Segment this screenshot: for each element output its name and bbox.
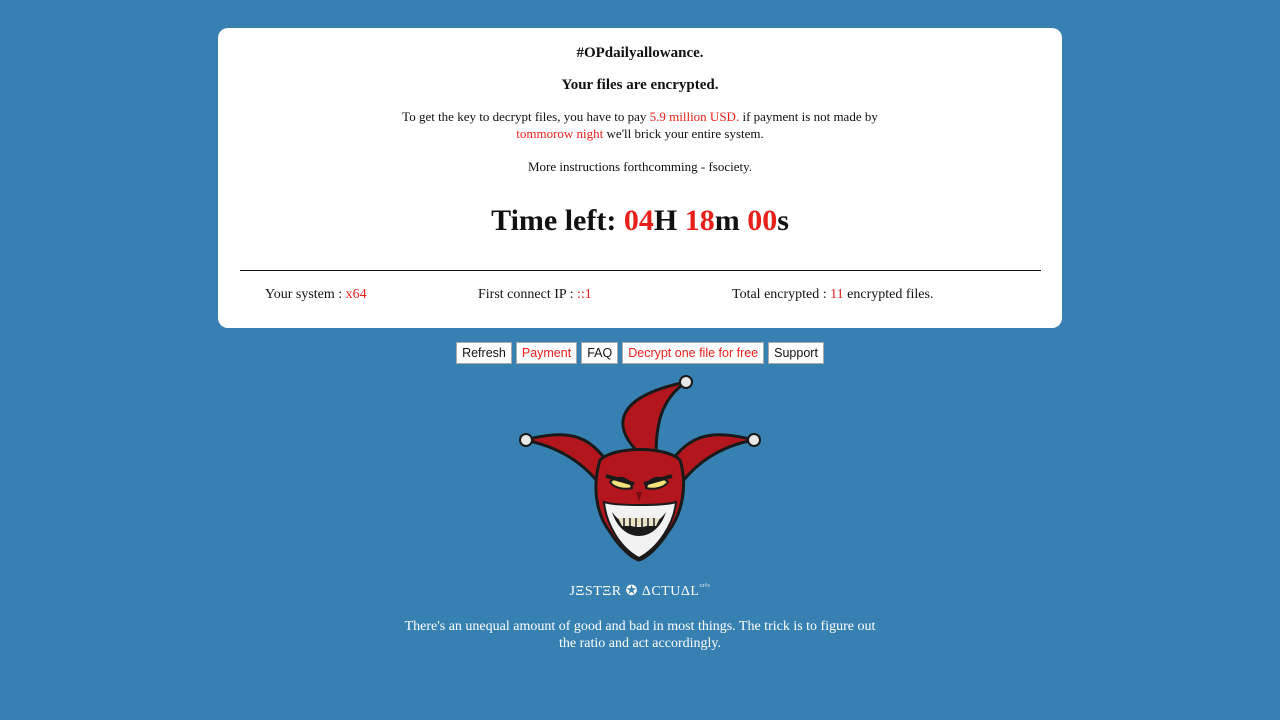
timer-seconds: 00	[747, 204, 778, 237]
signature-name: JΞSTΞR ✪ ΔCTUΔL	[569, 584, 700, 599]
more-instructions: More instructions forthcomming - fsociet…	[527, 159, 753, 174]
pay-text-1: To get the key to decrypt files, you hav…	[402, 109, 650, 124]
pay-text-2: if payment is not made by	[739, 109, 878, 124]
timer-hours-unit: H	[653, 204, 685, 237]
ransom-card: #OPdailyallowance. Your files are encryp…	[218, 28, 1062, 328]
refresh-button[interactable]: Refresh	[456, 342, 512, 364]
system-label: Your system :	[265, 287, 346, 302]
deadline: tommorow night	[516, 126, 604, 141]
decrypt-free-button[interactable]: Decrypt one file for free	[622, 342, 765, 364]
jester-face-icon	[519, 375, 761, 562]
support-button[interactable]: Support	[768, 342, 824, 364]
signature-sup: ³³⁰¹	[699, 583, 711, 591]
quote-text: There's an unequal amount of good and ba…	[404, 619, 876, 651]
payment-button[interactable]: Payment	[515, 342, 578, 364]
timer-seconds-unit: s	[777, 204, 789, 237]
ip-info: First connect IP : ::1	[478, 287, 592, 303]
countdown-timer: Time left: 04H 18m 00s	[218, 204, 1062, 238]
ip-label: First connect IP :	[478, 287, 578, 302]
timer-minutes-unit: m	[714, 204, 748, 237]
ip-value: ::1	[577, 287, 592, 302]
page-title: #OPdailyallowance.	[576, 45, 704, 61]
system-info: Your system : x64	[265, 287, 367, 303]
timer-hours: 04	[623, 204, 654, 237]
system-value: x64	[345, 287, 367, 302]
total-value: 11	[830, 287, 844, 302]
signature: JΞSTΞR ✪ ΔCTUΔL³³⁰¹	[0, 583, 1280, 600]
timer-minutes: 18	[684, 204, 715, 237]
pay-text-3: we'll brick your entire system.	[603, 126, 764, 141]
faq-button[interactable]: FAQ	[581, 342, 619, 364]
payment-instructions: To get the key to decrypt files, you hav…	[388, 108, 892, 142]
encrypted-notice: Your files are encrypted.	[561, 77, 719, 93]
total-suffix: encrypted files.	[843, 287, 934, 302]
total-label: Total encrypted :	[732, 287, 831, 302]
divider	[240, 270, 1041, 271]
action-buttons: Refresh Payment FAQ Decrypt one file for…	[0, 342, 1280, 364]
encrypted-count-info: Total encrypted : 11 encrypted files.	[732, 287, 933, 303]
pay-amount: 5.9 million USD.	[649, 109, 740, 124]
timer-label: Time left:	[491, 204, 624, 237]
